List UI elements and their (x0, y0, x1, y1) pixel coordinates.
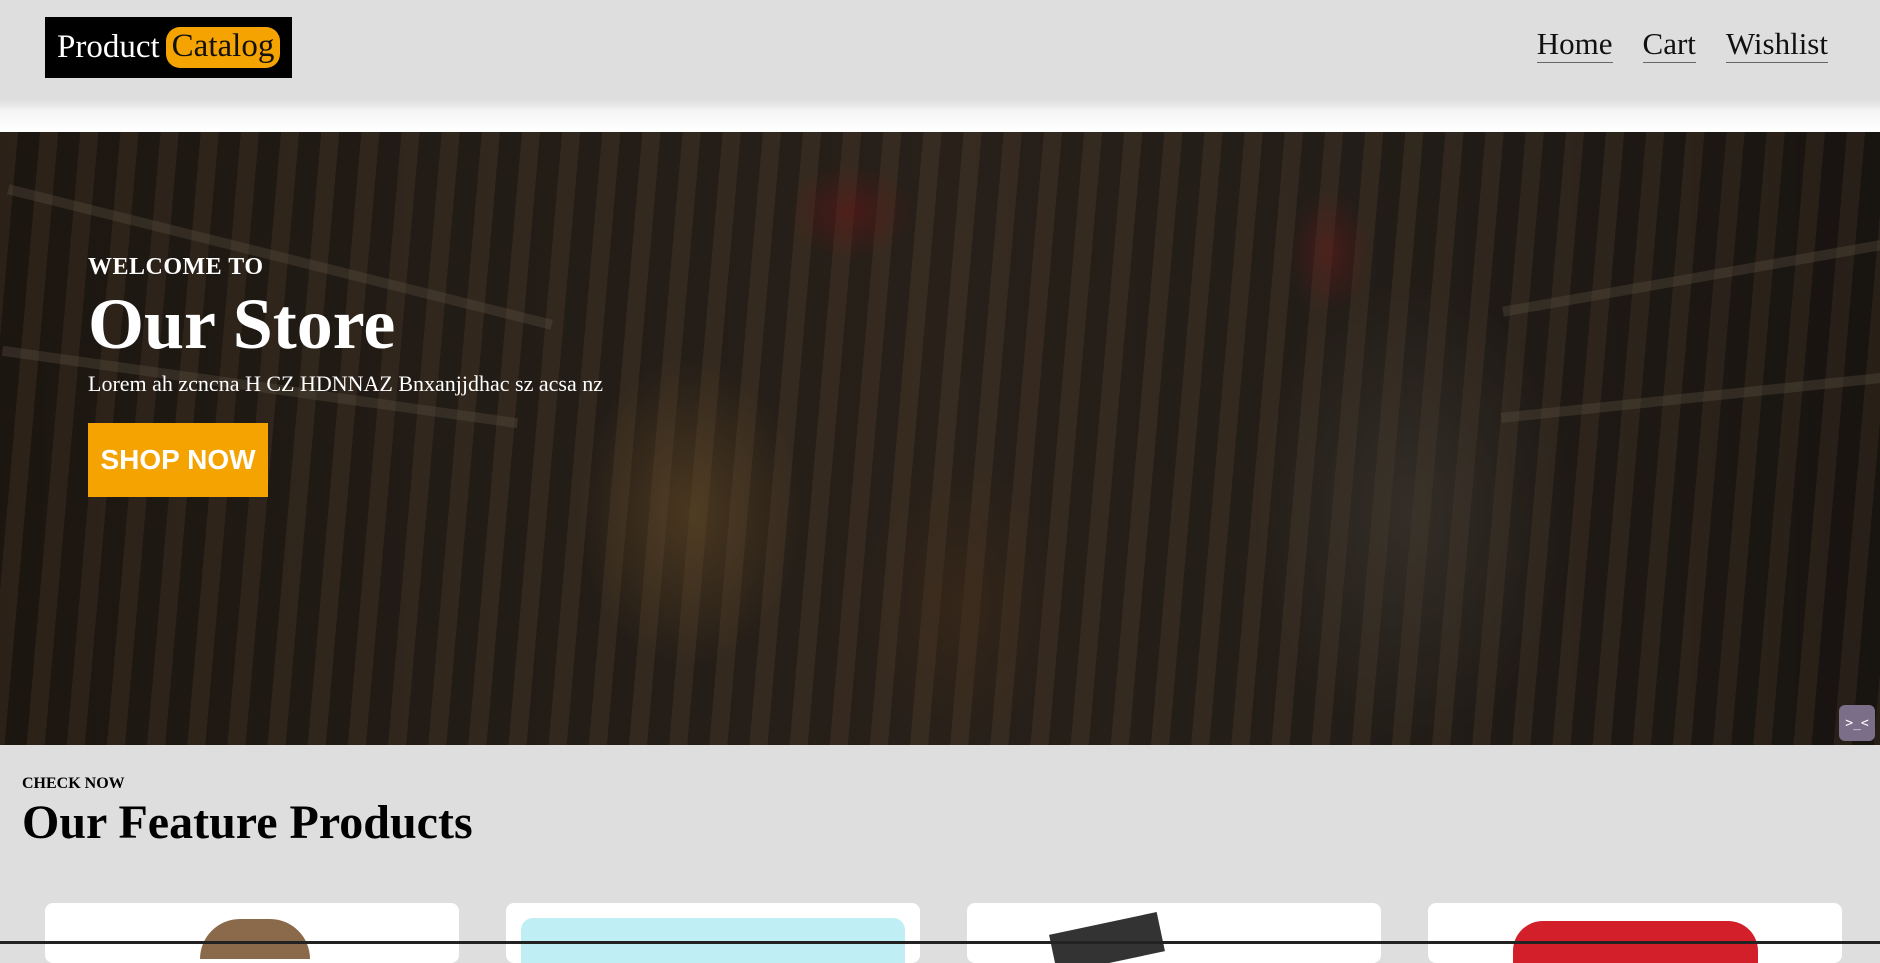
product-image (200, 919, 310, 959)
nav-link-cart[interactable]: Cart (1642, 26, 1696, 63)
hero-banner: WELCOME TO Our Store Lorem ah zcncna H C… (0, 132, 1880, 745)
site-logo[interactable]: Product Catalog (45, 17, 293, 78)
hero-title: Our Store (88, 284, 396, 364)
product-card[interactable] (45, 903, 459, 963)
hero-text: WELCOME TO Our Store Lorem ah zcncna H C… (88, 254, 603, 397)
logo-text-product: Product (57, 29, 160, 65)
nav-link-wishlist[interactable]: Wishlist (1725, 26, 1828, 63)
main-nav: Home Cart Wishlist (1536, 26, 1828, 63)
header-shadow (0, 100, 1880, 132)
product-card[interactable] (1428, 903, 1842, 963)
product-image (1049, 912, 1165, 963)
hero-eyebrow: WELCOME TO (88, 254, 264, 280)
section-title: Our Feature Products (22, 796, 473, 849)
nav-link-home[interactable]: Home (1536, 26, 1613, 63)
code-widget-icon[interactable]: >_< (1839, 705, 1875, 741)
logo-text-catalog: Catalog (165, 27, 281, 68)
hero-overlay (0, 132, 1880, 745)
top-navbar: Product Catalog Home Cart Wishlist (0, 0, 1880, 100)
product-card[interactable] (967, 903, 1381, 963)
section-eyebrow: CHECK NOW (22, 775, 125, 792)
shop-now-button[interactable]: SHOP NOW (88, 423, 268, 497)
product-card[interactable] (506, 903, 920, 963)
hero-subtitle: Lorem ah zcncna H CZ HDNNAZ Bnxanjjdhac … (88, 371, 603, 396)
